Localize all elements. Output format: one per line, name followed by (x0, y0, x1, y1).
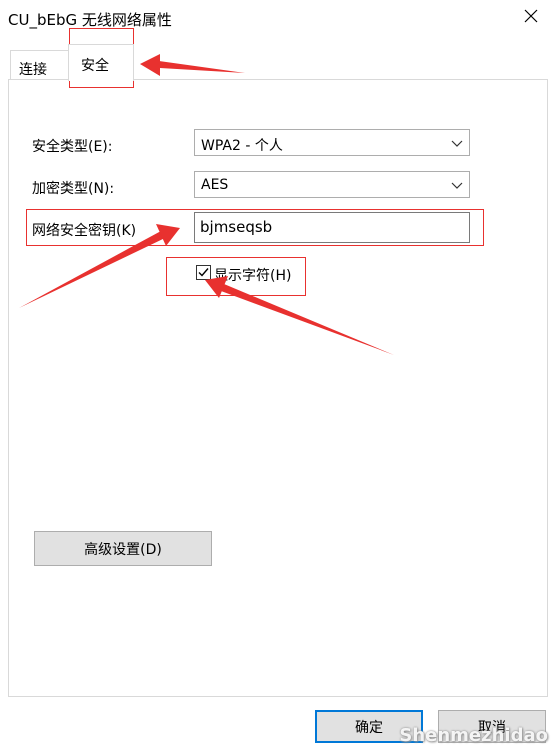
network-key-value: bjmseqsb (200, 218, 273, 236)
tab-connection[interactable]: 连接 (10, 50, 70, 81)
tab-security-label: 安全 (81, 58, 109, 74)
watermark: Shenmezhidao (399, 725, 548, 746)
security-type-label: 安全类型(E): (32, 139, 113, 155)
close-button[interactable] (508, 0, 554, 32)
title-bar: CU_bEbG 无线网络属性 (0, 0, 554, 38)
show-characters-checkbox[interactable] (196, 265, 211, 280)
network-key-input[interactable]: bjmseqsb (194, 212, 470, 243)
tab-connection-label: 连接 (19, 62, 47, 78)
security-type-select[interactable]: WPA2 - 个人 (194, 129, 470, 156)
encryption-type-select[interactable]: AES (194, 171, 470, 198)
arrow-icon (140, 54, 245, 76)
chevron-down-icon (451, 140, 463, 147)
advanced-settings-button[interactable]: 高级设置(D) (34, 531, 212, 566)
encryption-type-value: AES (201, 177, 229, 193)
close-icon (524, 9, 538, 23)
tab-security[interactable]: 安全 (68, 44, 134, 81)
window-title: CU_bEbG 无线网络属性 (8, 11, 172, 29)
chevron-down-icon (451, 182, 463, 189)
security-type-value: WPA2 - 个人 (201, 138, 283, 154)
network-key-label: 网络安全密钥(K) (32, 223, 137, 239)
checkmark-icon (198, 268, 209, 277)
show-characters-label[interactable]: 显示字符(H) (214, 265, 291, 285)
encryption-type-label: 加密类型(N): (32, 181, 115, 197)
